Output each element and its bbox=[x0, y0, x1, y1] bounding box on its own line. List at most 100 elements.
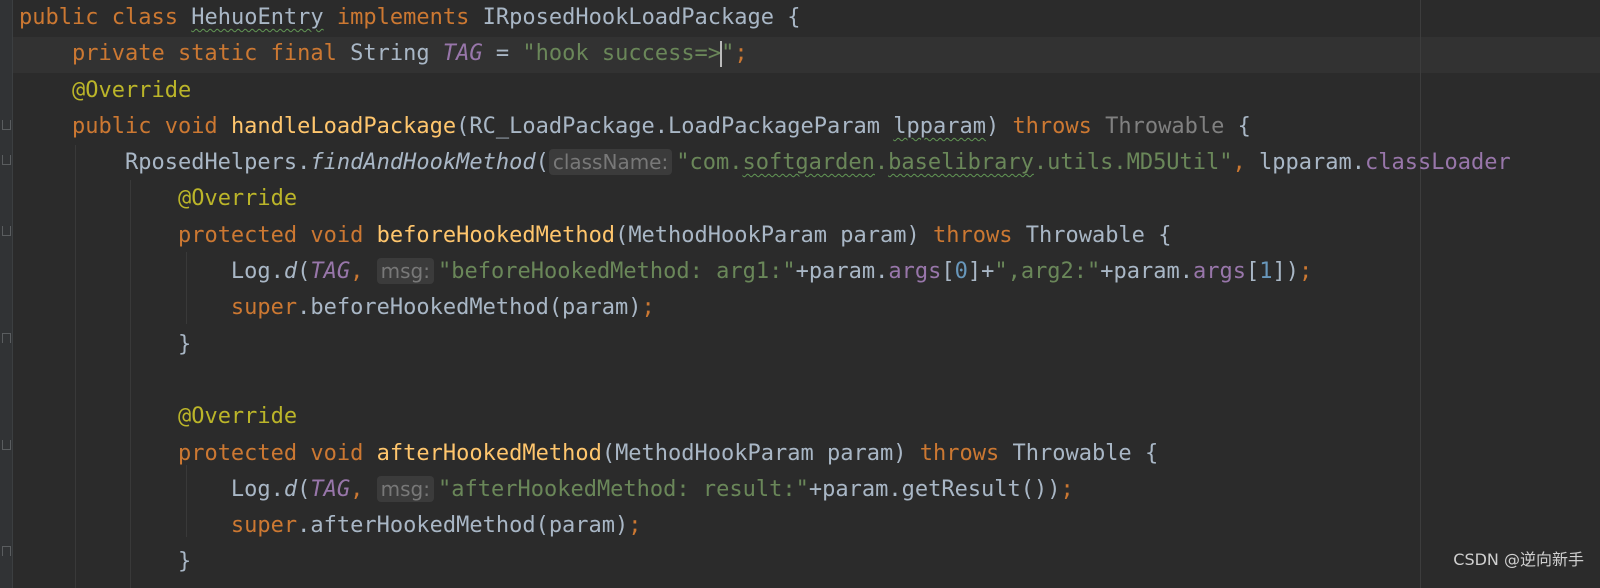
fold-close-icon[interactable] bbox=[2, 546, 11, 556]
method-name: afterHookedMethod bbox=[376, 440, 602, 466]
code-line-9[interactable]: super.beforeHookedMethod(param); bbox=[19, 290, 1511, 326]
modifiers: protected void bbox=[177, 222, 364, 248]
keyword: super bbox=[230, 513, 298, 539]
string-literal: .utils.MD5Util" bbox=[1033, 150, 1233, 176]
method-call: .afterHookedMethod(param) bbox=[297, 513, 629, 539]
number-literal: 1 bbox=[1259, 259, 1273, 285]
number-literal: 0 bbox=[954, 259, 968, 285]
editor-gutter[interactable] bbox=[0, 0, 13, 588]
paren: ( bbox=[535, 150, 549, 176]
method-name: handleLoadPackage bbox=[230, 113, 457, 139]
keyword: class bbox=[111, 5, 178, 30]
static-method-call: d bbox=[283, 476, 298, 502]
log-class: Log. bbox=[230, 259, 284, 285]
bracket: [ bbox=[1246, 259, 1260, 285]
code-line-14[interactable]: Log.d(TAG, msg: "afterHookedMethod: resul… bbox=[19, 472, 1511, 508]
bracket: [ bbox=[941, 259, 955, 285]
param-name: param bbox=[827, 440, 894, 466]
code-line-15[interactable]: super.afterHookedMethod(param); bbox=[19, 508, 1511, 544]
string-literal-typo: baselibrary bbox=[888, 150, 1034, 176]
paren: ( bbox=[456, 113, 470, 139]
code-line-13[interactable]: protected void afterHookedMethod(MethodH… bbox=[19, 436, 1511, 472]
parameter-hint: className: bbox=[548, 149, 673, 176]
code-line-2[interactable]: private static final String TAG = "hook … bbox=[19, 36, 1511, 72]
fold-close-icon[interactable] bbox=[2, 333, 11, 343]
string-literal: "hook success=> bbox=[522, 41, 722, 67]
type-name: String bbox=[350, 41, 430, 67]
string-literal-end: " bbox=[721, 41, 735, 67]
semicolon: ; bbox=[628, 513, 642, 539]
param-type: RC_LoadPackage.LoadPackageParam bbox=[469, 113, 880, 139]
semicolon: ; bbox=[641, 295, 655, 321]
fold-open-icon[interactable] bbox=[2, 440, 11, 450]
code-line-16[interactable]: } bbox=[19, 544, 1511, 580]
code-line-5[interactable]: RposedHelpers.findAndHookMethod(classNam… bbox=[19, 145, 1511, 181]
receiver: RposedHelpers. bbox=[124, 150, 311, 176]
bracket: ]) bbox=[1272, 259, 1300, 285]
constant-ref: TAG bbox=[310, 476, 351, 502]
keyword: implements bbox=[336, 5, 470, 30]
code-line-11[interactable] bbox=[19, 363, 1511, 399]
brace: } bbox=[177, 331, 192, 357]
modifiers: public void bbox=[71, 113, 218, 139]
bracket: ]+ bbox=[967, 259, 995, 285]
string-literal: ",arg2:" bbox=[994, 259, 1101, 285]
paren: ( bbox=[297, 476, 311, 502]
code-line-6[interactable]: @Override bbox=[19, 181, 1511, 217]
comma: , bbox=[350, 476, 364, 502]
keyword: throws bbox=[1012, 113, 1092, 139]
exception-type: Throwable bbox=[1025, 222, 1145, 248]
keyword: throws bbox=[932, 222, 1013, 248]
code-line-10[interactable]: } bbox=[19, 327, 1511, 363]
string-literal: "beforeHookedMethod: arg1:" bbox=[438, 259, 796, 285]
string-literal: "afterHookedMethod: result:" bbox=[438, 476, 809, 502]
code-area[interactable]: public class HehuoEntry implements IRpos… bbox=[19, 0, 1511, 581]
parameter-hint: msg: bbox=[376, 475, 434, 502]
keyword: super bbox=[230, 295, 298, 321]
string-literal: "com. bbox=[676, 150, 743, 176]
field-access: args bbox=[1193, 259, 1246, 285]
modifiers: private static final bbox=[71, 41, 337, 67]
method-call: +param.getResult()) bbox=[808, 476, 1061, 502]
fold-open-icon[interactable] bbox=[2, 226, 11, 236]
class-name: HehuoEntry bbox=[191, 5, 324, 30]
exception-type: Throwable bbox=[1012, 440, 1132, 466]
semicolon: ; bbox=[1299, 259, 1313, 285]
modifiers: protected void bbox=[177, 440, 364, 466]
code-line-7[interactable]: protected void beforeHookedMethod(Method… bbox=[19, 218, 1511, 254]
code-line-1[interactable]: public class HehuoEntry implements IRpos… bbox=[19, 0, 1511, 36]
code-line-12[interactable]: @Override bbox=[19, 399, 1511, 435]
paren: ( bbox=[601, 440, 616, 466]
concat: +param. bbox=[1100, 259, 1194, 285]
semicolon: ; bbox=[734, 41, 748, 67]
argument: lpparam. bbox=[1259, 150, 1366, 176]
csdn-watermark: CSDN @逆向新手 bbox=[1453, 550, 1584, 569]
fold-open-icon[interactable] bbox=[2, 120, 11, 130]
constant-name: TAG bbox=[442, 41, 483, 67]
paren: ( bbox=[615, 222, 629, 248]
annotation: @Override bbox=[177, 186, 298, 212]
code-editor[interactable]: public class HehuoEntry implements IRpos… bbox=[0, 0, 1600, 588]
annotation: @Override bbox=[177, 404, 298, 430]
brace: { bbox=[1144, 440, 1159, 466]
interface-name: IRposedHookLoadPackage bbox=[482, 5, 775, 30]
constant-ref: TAG bbox=[310, 259, 351, 285]
keyword: public bbox=[19, 5, 99, 30]
param-name: param bbox=[840, 222, 907, 248]
parameter-hint: msg: bbox=[376, 258, 434, 285]
fold-open-icon[interactable] bbox=[2, 155, 11, 165]
param-type: MethodHookParam bbox=[628, 222, 827, 248]
code-line-4[interactable]: public void handleLoadPackage(RC_LoadPac… bbox=[19, 109, 1511, 145]
code-line-3[interactable]: @Override bbox=[19, 73, 1511, 109]
paren: ) bbox=[906, 222, 920, 248]
exception-type: Throwable bbox=[1105, 113, 1225, 139]
field-access: args bbox=[888, 259, 942, 285]
static-method-call: d bbox=[283, 259, 298, 285]
brace: { bbox=[1158, 222, 1172, 248]
paren: ) bbox=[985, 113, 1000, 139]
brace: { bbox=[1237, 113, 1251, 139]
semicolon: ; bbox=[1060, 476, 1074, 502]
paren: ( bbox=[297, 259, 311, 285]
code-line-8[interactable]: Log.d(TAG, msg: "beforeHookedMethod: arg1… bbox=[19, 254, 1511, 290]
field-access: classLoader bbox=[1365, 150, 1511, 176]
